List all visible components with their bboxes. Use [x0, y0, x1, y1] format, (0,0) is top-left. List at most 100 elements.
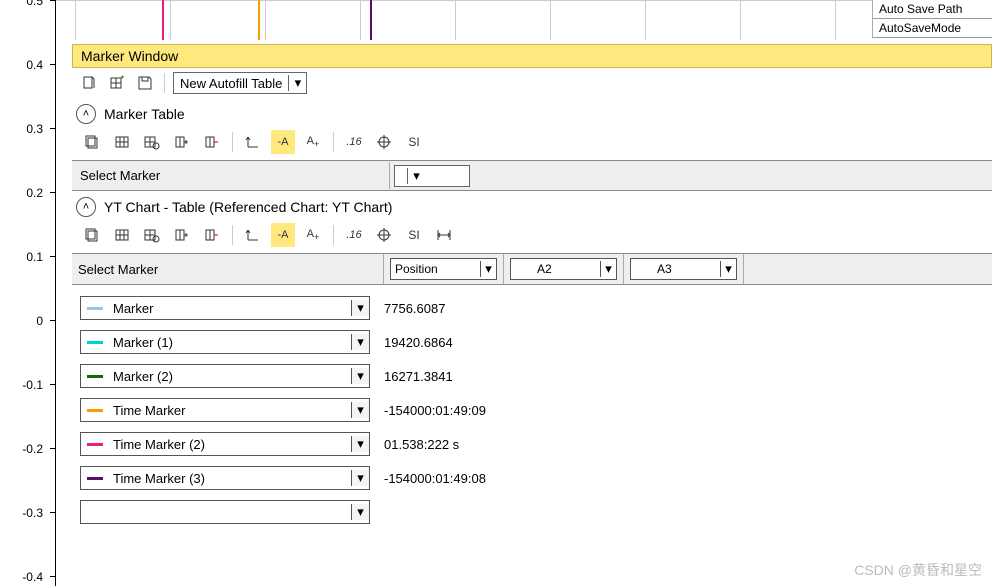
- fit-width-icon[interactable]: [432, 223, 456, 247]
- yt-chart-section-header: ˄ YT Chart - Table (Referenced Chart: YT…: [72, 191, 992, 221]
- delete-column-icon[interactable]: [200, 223, 224, 247]
- marker-select-combo[interactable]: Time Marker (3)▾: [80, 466, 370, 490]
- target-icon[interactable]: [372, 223, 396, 247]
- chevron-down-icon[interactable]: ▾: [351, 402, 369, 418]
- font-plus-icon[interactable]: A+: [301, 130, 325, 154]
- copy-icon[interactable]: [80, 130, 104, 154]
- chevron-down-icon[interactable]: ▾: [351, 436, 369, 452]
- ytick-label: 0.3: [3, 122, 43, 136]
- gridline: [740, 0, 741, 40]
- decimals-icon[interactable]: .16: [342, 223, 366, 247]
- table-row: Time Marker▾-154000:01:49:09: [80, 393, 984, 427]
- time-marker-line[interactable]: [162, 0, 164, 40]
- grid-icon[interactable]: [110, 130, 134, 154]
- gridline: [455, 0, 456, 40]
- marker-window: Marker Window New Autofill Table ▾ ˄ Mar…: [72, 44, 992, 535]
- select-marker-combo[interactable]: ▾: [394, 165, 470, 187]
- marker-swatch: [87, 443, 103, 446]
- chevron-down-icon[interactable]: ▾: [288, 75, 306, 91]
- table-row: Marker (1)▾ 19420.6864: [80, 325, 984, 359]
- ytick-label: -0.4: [3, 570, 43, 584]
- marker-select-combo[interactable]: Time Marker (2)▾: [80, 432, 370, 456]
- marker-swatch: [87, 341, 103, 344]
- grid-icon[interactable]: [110, 223, 134, 247]
- time-marker-line[interactable]: [370, 0, 372, 40]
- series-swatch: [635, 268, 649, 271]
- delete-column-icon[interactable]: [200, 130, 224, 154]
- combo-value: A3: [653, 262, 720, 276]
- font-plus-icon[interactable]: A+: [301, 223, 325, 247]
- y-axis-line: [55, 0, 56, 586]
- position-value: 19420.6864: [384, 335, 453, 350]
- si-unit-icon[interactable]: SI: [402, 223, 426, 247]
- font-minus-icon[interactable]: -A: [271, 130, 295, 154]
- save-icon[interactable]: [134, 72, 156, 94]
- column-position-combo[interactable]: Position ▾: [390, 258, 497, 280]
- series-swatch: [515, 268, 529, 271]
- chevron-down-icon[interactable]: ▾: [480, 261, 496, 277]
- chevron-down-icon[interactable]: ▾: [351, 334, 369, 350]
- ytick-label: 0.5: [3, 0, 43, 8]
- copy-icon[interactable]: [80, 223, 104, 247]
- time-marker-line[interactable]: [258, 0, 260, 40]
- marker-select-combo[interactable]: Time Marker▾: [80, 398, 370, 422]
- chevron-down-icon[interactable]: ▾: [351, 368, 369, 384]
- yt-chart-toolbar: -A A+ .16 SI: [72, 221, 992, 253]
- collapse-icon[interactable]: ˄: [76, 104, 96, 124]
- marker-select-combo[interactable]: Marker (2)▾: [80, 364, 370, 388]
- chevron-down-icon[interactable]: ▾: [407, 168, 425, 184]
- gridline: [645, 0, 646, 40]
- si-unit-icon[interactable]: SI: [402, 130, 426, 154]
- marker-window-toolbar: New Autofill Table ▾: [72, 68, 992, 98]
- chevron-down-icon[interactable]: ▾: [720, 261, 736, 277]
- chevron-down-icon[interactable]: ▾: [600, 261, 616, 277]
- marker-swatch: [87, 477, 103, 480]
- toggle-axis-icon[interactable]: [241, 223, 265, 247]
- chevron-down-icon[interactable]: ▾: [351, 504, 369, 520]
- separator: [164, 73, 165, 93]
- autofill-label: New Autofill Table: [174, 76, 288, 91]
- ytick-label: -0.3: [3, 506, 43, 520]
- marker-window-title: Marker Window: [72, 44, 992, 68]
- property-row[interactable]: AutoSaveMode: [873, 19, 992, 38]
- gridline: [56, 0, 992, 1]
- insert-column-icon[interactable]: [170, 130, 194, 154]
- marker-name: Time Marker: [109, 403, 351, 418]
- gridline: [550, 0, 551, 40]
- grid-config-icon[interactable]: [140, 223, 164, 247]
- separator: [232, 132, 233, 152]
- position-value: 7756.6087: [384, 301, 445, 316]
- font-minus-icon[interactable]: -A: [271, 223, 295, 247]
- autofill-combo[interactable]: New Autofill Table ▾: [173, 72, 307, 94]
- gridline: [265, 0, 266, 40]
- gridline: [360, 0, 361, 40]
- toggle-axis-icon[interactable]: [241, 130, 265, 154]
- table-row: Time Marker (2)▾01.538:222 s: [80, 427, 984, 461]
- position-value: -154000:01:49:08: [384, 471, 486, 486]
- decimals-icon[interactable]: .16: [342, 130, 366, 154]
- marker-select-combo[interactable]: ▾: [80, 500, 370, 524]
- marker-swatch: [87, 307, 103, 310]
- marker-name: Time Marker (2): [109, 437, 351, 452]
- column-a2-combo[interactable]: A2 ▾: [510, 258, 617, 280]
- chevron-down-icon[interactable]: ▾: [351, 300, 369, 316]
- section-title: Marker Table: [104, 106, 185, 122]
- target-icon[interactable]: [372, 130, 396, 154]
- column-a3-combo[interactable]: A3 ▾: [630, 258, 737, 280]
- marker-name: Marker (1): [109, 335, 351, 350]
- marker-select-combo[interactable]: Marker (1)▾: [80, 330, 370, 354]
- property-row[interactable]: Auto Save Path: [873, 0, 992, 19]
- insert-column-icon[interactable]: [170, 223, 194, 247]
- collapse-icon[interactable]: ˄: [76, 197, 96, 217]
- separator: [333, 225, 334, 245]
- select-marker-row: Select Marker ▾: [72, 160, 992, 191]
- add-table-icon[interactable]: [106, 72, 128, 94]
- grid-config-icon[interactable]: [140, 130, 164, 154]
- separator: [333, 132, 334, 152]
- new-doc-icon[interactable]: [78, 72, 100, 94]
- table-row: Time Marker (3)▾ -154000:01:49:08: [80, 461, 984, 495]
- gridline: [835, 0, 836, 40]
- chevron-down-icon[interactable]: ▾: [351, 470, 369, 486]
- marker-select-combo[interactable]: Marker▾: [80, 296, 370, 320]
- ytick-label: 0.2: [3, 186, 43, 200]
